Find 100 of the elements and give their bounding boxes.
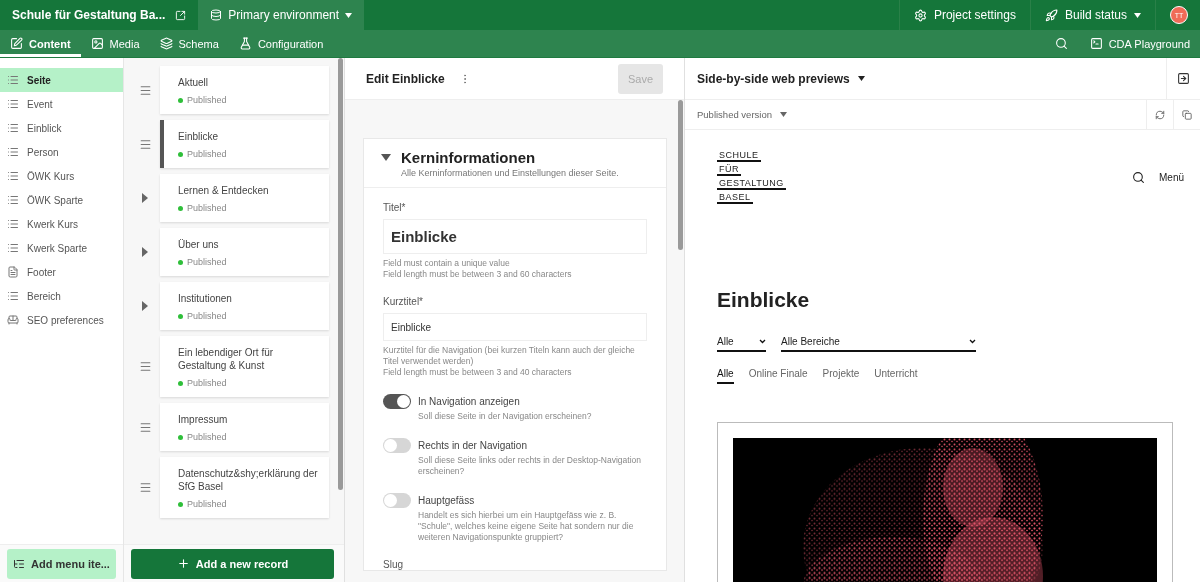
record-card[interactable]: Lernen & Entdecken Published (160, 174, 329, 222)
text-field[interactable]: Einblicke (383, 219, 647, 254)
record-title: Lernen & Entdecken (178, 184, 270, 197)
add-record-button[interactable]: Add a new record (131, 548, 334, 579)
search-icon (1054, 37, 1068, 50)
caret-icon (1134, 12, 1141, 18)
record-card[interactable]: Einblicke Published (160, 120, 329, 168)
list-icon (7, 194, 19, 206)
field-hint: Handelt es sich hierbei um ein Hauptgefäss wie z. B. "Schule", welches keine eigene Seite hat sondern nur die weiteren Navigationspunkte gruppiert? (418, 510, 635, 543)
filter-tab[interactable]: Projekte (822, 368, 860, 384)
field-hint: Kurztitel für die Navigation (bei kurzen Titeln kann auch der gleiche Titel verwendet werden) (383, 345, 636, 367)
drag-handle-icon[interactable] (138, 360, 152, 373)
sidebar-item[interactable]: Person (0, 140, 123, 164)
chevron-down-icon (759, 339, 766, 344)
section-title: Kerninformationen (401, 149, 536, 166)
sidebar-item[interactable]: Footer (0, 260, 123, 284)
record-status: Published (187, 95, 227, 105)
toggle-switch[interactable] (383, 438, 411, 453)
image-icon (90, 37, 104, 50)
chevron-down-icon (969, 339, 976, 344)
caret-icon (780, 112, 787, 117)
tree-icon (13, 557, 26, 570)
field-label: Titel* (383, 202, 407, 213)
field-label: Slug (383, 559, 404, 570)
flask-icon (238, 37, 252, 50)
list-icon (7, 122, 19, 134)
record-status: Published (187, 432, 227, 442)
sidebar-item[interactable]: ÖWK Kurs (0, 164, 123, 188)
version-dropdown[interactable]: Published version (685, 109, 799, 120)
pencil-icon (10, 37, 23, 50)
caret-icon (345, 12, 353, 18)
expand-icon[interactable] (142, 247, 148, 257)
record-card[interactable]: Institutionen Published (160, 282, 329, 330)
sidebar-item[interactable]: Kwerk Kurs (0, 212, 123, 236)
toggle-switch[interactable] (383, 493, 411, 508)
filter-tab[interactable]: Unterricht (874, 368, 918, 384)
search-icon[interactable] (1132, 170, 1145, 184)
expand-icon[interactable] (142, 193, 148, 203)
record-card[interactable]: Ein lebendiger Ort für Gestaltung & Kunst Published (160, 336, 329, 397)
expand-icon[interactable] (142, 301, 148, 311)
drag-handle-icon[interactable] (138, 420, 152, 434)
record-title: Über uns (178, 238, 220, 251)
logo-word: GESTALTUNG (717, 178, 786, 190)
record-card[interactable]: Über uns Published (160, 228, 329, 276)
refresh-icon (1155, 109, 1165, 120)
collapse-caret-icon[interactable] (381, 154, 391, 161)
nav-tab[interactable]: Configuration (228, 30, 334, 57)
status-dot (178, 501, 183, 507)
plus-icon (176, 557, 190, 570)
filter-select[interactable]: Alle (717, 336, 766, 352)
record-title: Aktuell (178, 76, 209, 89)
record-status: Published (187, 311, 227, 321)
preview-dropdown[interactable]: Side-by-side web previews (685, 71, 877, 86)
record-status: Published (187, 257, 227, 267)
scrollbar[interactable] (678, 100, 683, 250)
nav-tab[interactable]: Content (0, 30, 81, 57)
status-dot (178, 151, 183, 157)
record-status: Published (187, 378, 227, 388)
sidebar-item[interactable]: Kwerk Sparte (0, 236, 123, 260)
list-icon (7, 290, 19, 302)
sidebar-item[interactable]: SEO preferences (0, 308, 123, 332)
site-menu-link[interactable]: Menü (1159, 171, 1184, 183)
record-card[interactable]: Impressum Published (160, 403, 329, 451)
drag-handle-icon[interactable] (138, 83, 152, 97)
list-icon (7, 74, 19, 86)
record-status: Published (187, 149, 227, 159)
nav-tab[interactable]: Schema (149, 30, 229, 57)
logo-word: SCHULE (717, 150, 761, 162)
status-dot (178, 259, 183, 265)
filter-select[interactable]: Alle Bereiche (781, 336, 976, 352)
record-card[interactable]: Aktuell Published (160, 66, 329, 114)
external-link-icon[interactable] (175, 9, 187, 21)
text-field[interactable]: Einblicke (383, 313, 647, 341)
add-menu-item-button[interactable]: Add menu ite... (7, 548, 116, 579)
filter-tab[interactable]: Alle (717, 368, 734, 384)
sidebar-item[interactable]: ÖWK Sparte (0, 188, 123, 212)
sidebar-item[interactable]: Event (0, 92, 123, 116)
field-hint: Field must contain a unique value (383, 258, 511, 269)
project-name: Schule für Gestaltung Ba... (12, 8, 166, 22)
page-heading: Einblicke (717, 288, 811, 312)
sidebar-item[interactable]: Bereich (0, 284, 123, 308)
sidebar-item[interactable]: Einblick (0, 116, 123, 140)
record-title: Institutionen (178, 292, 233, 305)
sidebar-item[interactable]: Seite (0, 68, 123, 92)
nav-tab[interactable]: Media (80, 30, 150, 57)
drag-handle-icon[interactable] (138, 481, 152, 494)
environment-dropdown[interactable]: Primary environment (198, 0, 365, 30)
record-card[interactable]: Datenschutz&shy;erklärung der SfG Basel Published (160, 457, 329, 518)
status-dot (178, 313, 183, 319)
filter-tab[interactable]: Online Finale (748, 368, 808, 384)
logo-word: BASEL (717, 192, 753, 204)
toggle-switch[interactable] (383, 394, 411, 409)
copy-icon (1182, 109, 1192, 120)
list-icon (7, 170, 19, 182)
cda-playground-button[interactable]: CDA Playground (1079, 30, 1200, 57)
list-icon (7, 218, 19, 230)
scrollbar[interactable] (338, 58, 343, 490)
section-subtitle: Alle Kerninformationen und Einstellungen dieser Seite. (400, 168, 620, 178)
database-icon (210, 9, 223, 21)
drag-handle-icon[interactable] (138, 137, 152, 151)
